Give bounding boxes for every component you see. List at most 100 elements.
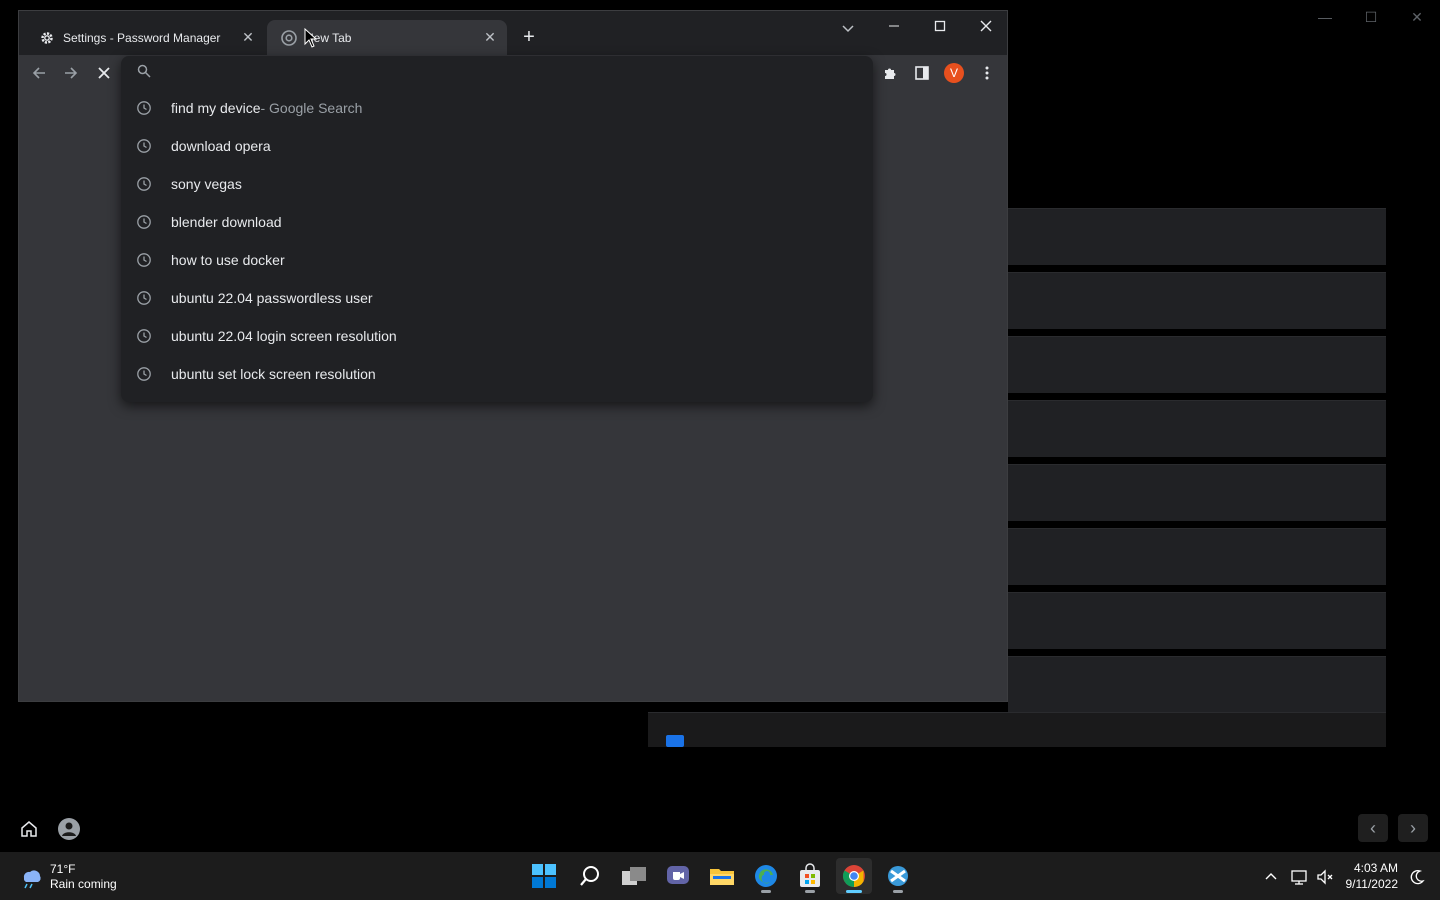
back-button[interactable] [25, 59, 53, 87]
list-item[interactable] [1008, 208, 1386, 265]
suggestion-list: find my device - Google Search download … [121, 89, 873, 393]
taskbar-search-button[interactable] [572, 858, 608, 894]
history-clock-icon [136, 214, 152, 230]
bg-minimize-button[interactable]: — [1302, 6, 1348, 28]
network-icon[interactable] [1290, 868, 1308, 886]
extensions-puzzle-icon[interactable] [876, 59, 904, 87]
teams-chat-button[interactable] [660, 858, 696, 894]
tab-strip: Settings - Password Manager ✕ New Tab ✕ … [19, 11, 1007, 55]
profile-avatar[interactable]: V [944, 63, 964, 83]
previous-button[interactable]: ‹ [1358, 814, 1388, 842]
folder-icon [710, 869, 734, 885]
volume-muted-icon[interactable] [1316, 868, 1334, 886]
history-clock-icon [136, 176, 152, 192]
history-clock-icon [136, 138, 152, 154]
history-clock-icon [136, 366, 152, 382]
search-icon [137, 64, 151, 83]
bg-maximize-button[interactable]: ☐ [1348, 6, 1394, 28]
store-button[interactable] [792, 858, 828, 894]
address-bar-input[interactable] [171, 60, 855, 84]
weather-temperature: 71°F [50, 862, 76, 876]
pinned-app-button[interactable] [880, 858, 916, 894]
forward-button[interactable] [57, 59, 85, 87]
chrome-taskbar-button[interactable] [836, 858, 872, 894]
app-logo-fragment [666, 735, 684, 747]
suggestion-item[interactable]: ubuntu 22.04 login screen resolution [121, 317, 873, 355]
tab-title: New Tab [305, 30, 352, 45]
history-clock-icon [136, 100, 152, 116]
chevron-down-icon[interactable] [835, 15, 861, 41]
close-window-button[interactable] [963, 11, 1009, 41]
mouse-cursor-icon [304, 27, 318, 53]
minimize-button[interactable] [871, 11, 917, 41]
list-item[interactable] [1008, 464, 1386, 521]
suggestion-text: ubuntu set lock screen resolution [171, 366, 376, 382]
suggestion-item[interactable]: sony vegas [121, 165, 873, 203]
store-icon [800, 863, 820, 887]
list-item[interactable] [1008, 336, 1386, 393]
suggestion-item[interactable]: ubuntu set lock screen resolution [121, 355, 873, 393]
search-icon [580, 866, 599, 886]
history-clock-icon [136, 328, 152, 344]
clock-date: 9/11/2022 [1345, 877, 1399, 891]
suggestion-text: ubuntu 22.04 passwordless user [171, 290, 373, 306]
suggestion-text: how to use docker [171, 252, 285, 268]
suggestion-item[interactable]: how to use docker [121, 241, 873, 279]
notification-moon-icon[interactable] [1408, 868, 1426, 886]
windows-logo-icon [532, 864, 556, 888]
chrome-icon [281, 29, 297, 46]
history-clock-icon [136, 290, 152, 306]
list-item[interactable] [1008, 656, 1386, 713]
suggestion-item[interactable]: download opera [121, 127, 873, 165]
running-indicator [805, 890, 815, 893]
clock-time: 4:03 AM [1353, 861, 1398, 875]
tab-new-tab[interactable]: New Tab ✕ [267, 20, 507, 55]
new-tab-button[interactable]: + [517, 25, 541, 49]
chrome-icon [843, 865, 865, 887]
taskbar: 71°F Rain coming 4:03 AM 9/11/2022 [0, 852, 1440, 900]
suggestion-description: - Google Search [260, 100, 363, 116]
file-explorer-button[interactable] [704, 858, 740, 894]
maximize-button[interactable] [917, 11, 963, 41]
more-menu-icon[interactable] [973, 59, 1001, 87]
background-strip [648, 712, 1386, 747]
suggestion-item[interactable]: blender download [121, 203, 873, 241]
app-icon [888, 866, 908, 886]
home-icon[interactable] [18, 818, 40, 840]
background-window-controls: — ☐ ✕ [1302, 6, 1440, 28]
suggestion-text: blender download [171, 214, 282, 230]
rain-cloud-icon [18, 864, 44, 890]
list-item[interactable] [1008, 592, 1386, 649]
suggestion-item[interactable]: find my device - Google Search [121, 89, 873, 127]
start-button[interactable] [526, 858, 562, 894]
suggestion-text: sony vegas [171, 176, 242, 192]
edge-icon [755, 865, 777, 887]
chat-icon [667, 866, 689, 884]
running-indicator [893, 890, 903, 893]
omnibox [121, 56, 873, 86]
chevron-up-icon[interactable] [1262, 868, 1280, 886]
next-button[interactable]: › [1398, 814, 1428, 842]
edge-button[interactable] [748, 858, 784, 894]
suggestion-text: ubuntu 22.04 login screen resolution [171, 328, 397, 344]
stop-loading-button[interactable] [90, 59, 118, 87]
running-indicator [846, 890, 862, 893]
close-icon[interactable]: ✕ [239, 29, 257, 47]
task-view-button[interactable] [616, 858, 652, 894]
bg-close-button[interactable]: ✕ [1394, 6, 1440, 28]
list-item[interactable] [1008, 400, 1386, 457]
system-clock[interactable]: 4:03 AM 9/11/2022 [1342, 860, 1399, 892]
weather-condition: Rain coming [50, 877, 117, 891]
weather-widget[interactable]: 71°F Rain coming [18, 862, 117, 892]
close-icon[interactable]: ✕ [481, 29, 499, 47]
tab-settings-password-manager[interactable]: Settings - Password Manager ✕ [25, 20, 265, 55]
suggestion-item[interactable]: ubuntu 22.04 passwordless user [121, 279, 873, 317]
suggestion-text: find my device [171, 100, 261, 116]
list-item[interactable] [1008, 528, 1386, 585]
person-icon[interactable] [58, 818, 80, 840]
gear-icon [39, 30, 55, 46]
history-clock-icon [136, 252, 152, 268]
running-indicator [761, 890, 771, 893]
list-item[interactable] [1008, 272, 1386, 329]
side-panel-icon[interactable] [908, 59, 936, 87]
